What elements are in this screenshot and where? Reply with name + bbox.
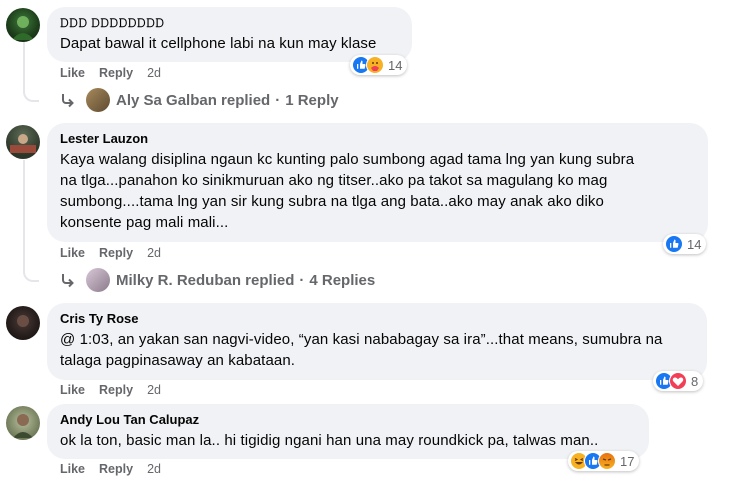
thread-curve bbox=[23, 266, 39, 282]
reaction-summary[interactable]: 8 bbox=[653, 371, 704, 391]
reply-arrow-icon bbox=[62, 94, 74, 108]
like-button[interactable]: Like bbox=[60, 245, 85, 261]
timestamp[interactable]: 2d bbox=[147, 382, 161, 398]
comment-text: Dapat bawal it cellphone labi na kun may… bbox=[60, 35, 377, 52]
reaction-summary[interactable]: 14 bbox=[350, 55, 408, 75]
thread-line bbox=[23, 160, 25, 268]
separator: · bbox=[299, 271, 305, 289]
comment-actions: Like Reply 2d bbox=[60, 65, 161, 81]
reply-button[interactable]: Reply bbox=[99, 382, 133, 398]
comment-text: Kaya walang disiplina ngaun kc kunting p… bbox=[60, 151, 635, 168]
reaction-count: 8 bbox=[691, 373, 699, 389]
comment-actions: Like Reply 2d bbox=[60, 382, 161, 398]
like-button[interactable]: Like bbox=[60, 461, 85, 477]
reaction-summary[interactable]: 14 bbox=[663, 234, 707, 254]
view-replies-link[interactable]: Aly Sa Galban replied · 1 Reply bbox=[60, 88, 339, 112]
reaction-count: 14 bbox=[388, 57, 403, 73]
avatar[interactable] bbox=[6, 8, 40, 42]
avatar bbox=[86, 88, 110, 112]
reply-arrow-icon bbox=[62, 274, 74, 288]
avatar[interactable] bbox=[6, 406, 40, 440]
comment-bubble: Lester Lauzon Kaya walang disiplina ngau… bbox=[47, 123, 708, 242]
thread-line bbox=[23, 40, 25, 88]
reply-button[interactable]: Reply bbox=[99, 245, 133, 261]
avatar[interactable] bbox=[6, 306, 40, 340]
commenter-name[interactable]: Lester Lauzon bbox=[60, 131, 696, 147]
comment-text: na tlga...panahon ko sinikmuruan ako ng … bbox=[60, 172, 608, 189]
thread-curve bbox=[23, 86, 39, 102]
timestamp[interactable]: 2d bbox=[147, 245, 161, 261]
reply-count: 1 Reply bbox=[285, 91, 339, 109]
like-button[interactable]: Like bbox=[60, 65, 85, 81]
comment-text: sumbong....tama lng yan sir kung subra n… bbox=[60, 193, 604, 210]
commenter-name[interactable]: Cris Ty Rose bbox=[60, 311, 695, 327]
like-button[interactable]: Like bbox=[60, 382, 85, 398]
reply-count: 4 Replies bbox=[309, 271, 376, 289]
comment-actions: Like Reply 2d bbox=[60, 245, 161, 261]
comment-text: ok la ton, basic man la.. hi tigidig nga… bbox=[60, 432, 599, 449]
commenter-name[interactable]: Andy Lou Tan Calupaz bbox=[60, 412, 637, 428]
commenter-name[interactable]: 𝙳𝙳𝙳 𝙳𝙳𝙳𝙳𝙳𝙳𝙳𝙳 bbox=[60, 15, 400, 31]
timestamp[interactable]: 2d bbox=[147, 461, 161, 477]
reply-button[interactable]: Reply bbox=[99, 461, 133, 477]
separator: · bbox=[275, 91, 281, 109]
care-icon bbox=[366, 56, 384, 74]
comment-text: konsente pag mali mali... bbox=[60, 214, 229, 231]
reply-button[interactable]: Reply bbox=[99, 65, 133, 81]
replier-name: Milky R. Reduban replied bbox=[116, 271, 295, 289]
reaction-summary[interactable]: 17 bbox=[568, 451, 640, 471]
like-icon bbox=[665, 235, 683, 253]
love-icon bbox=[669, 372, 687, 390]
comment-bubble: Andy Lou Tan Calupaz ok la ton, basic ma… bbox=[47, 404, 649, 459]
avatar[interactable] bbox=[6, 125, 40, 159]
reaction-count: 17 bbox=[620, 453, 635, 469]
reaction-count: 14 bbox=[687, 236, 702, 252]
replier-name: Aly Sa Galban replied bbox=[116, 91, 271, 109]
comment-actions: Like Reply 2d bbox=[60, 461, 161, 477]
comment-text: @ 1:03, an yakan san nagvi-video, “yan k… bbox=[60, 331, 663, 348]
comment-text: talaga pagpinasaway an kabataan. bbox=[60, 352, 296, 369]
timestamp[interactable]: 2d bbox=[147, 65, 161, 81]
angry-icon bbox=[598, 452, 616, 470]
comment-bubble: Cris Ty Rose @ 1:03, an yakan san nagvi-… bbox=[47, 303, 707, 380]
comment-bubble: 𝙳𝙳𝙳 𝙳𝙳𝙳𝙳𝙳𝙳𝙳𝙳 Dapat bawal it cellphone la… bbox=[47, 7, 412, 62]
avatar bbox=[86, 268, 110, 292]
view-replies-link[interactable]: Milky R. Reduban replied · 4 Replies bbox=[60, 268, 375, 292]
